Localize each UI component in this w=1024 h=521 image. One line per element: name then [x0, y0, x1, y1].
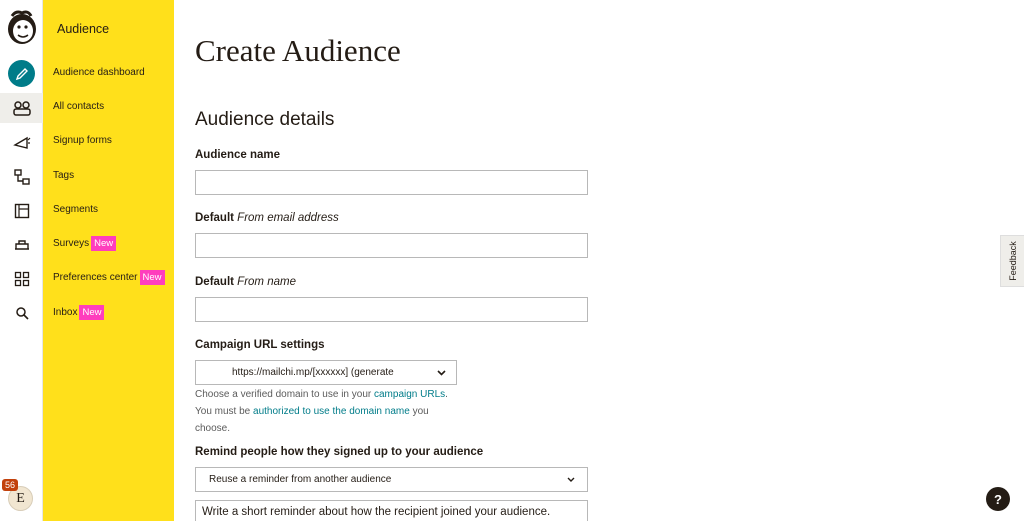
audience-name-label: Audience name: [195, 149, 280, 161]
sidebar-item-label: Preferences center: [53, 272, 138, 283]
sidebar-item-label: Inbox: [53, 307, 78, 318]
icon-rail: E 56: [0, 0, 43, 521]
from-name-label: Default From name: [195, 276, 296, 288]
campaigns-megaphone-icon[interactable]: [7, 128, 37, 158]
from-email-label: Default From email address: [195, 212, 339, 224]
feedback-tab[interactable]: Feedback: [1000, 235, 1024, 287]
chevron-down-icon: [567, 477, 575, 482]
label-prefix: Default: [195, 276, 238, 288]
sidebar-item-surveys[interactable]: Surveys New: [53, 236, 117, 251]
authorized-domain-link[interactable]: authorized to use the domain name: [253, 406, 410, 417]
campaign-url-selected-value: https://mailchi.mp/[xxxxxx] (generate: [232, 367, 394, 378]
reminder-source-select[interactable]: Reuse a reminder from another audience: [195, 467, 588, 492]
sidebar-item-label: Segments: [53, 204, 99, 215]
create-pencil-icon[interactable]: [8, 60, 35, 87]
sidebar-title: Audience: [57, 22, 110, 36]
campaign-urls-link[interactable]: campaign URLs: [374, 389, 445, 400]
audience-icon[interactable]: [0, 93, 43, 123]
sidebar-item-signup-forms[interactable]: Signup forms: [53, 135, 112, 146]
automations-icon[interactable]: [7, 162, 37, 192]
sidebar-item-label: Audience dashboard: [53, 67, 145, 78]
new-badge: New: [139, 270, 165, 285]
sidebar-item-tags[interactable]: Tags: [53, 170, 74, 181]
campaign-url-help-text: Choose a verified domain to use in your …: [195, 386, 465, 437]
sidebar-item-all-contacts[interactable]: All contacts: [53, 101, 104, 112]
sidebar-item-label: All contacts: [53, 101, 105, 112]
chevron-down-icon: [437, 369, 446, 376]
sidebar-item-audience-dashboard[interactable]: Audience dashboard: [53, 67, 145, 78]
campaign-url-label: Campaign URL settings: [195, 339, 325, 351]
sidebar-item-preferences-center[interactable]: Preferences center New: [53, 270, 165, 285]
help-button[interactable]: ?: [986, 487, 1010, 511]
campaign-url-select[interactable]: https://mailchi.mp/[xxxxxx] (generate: [195, 360, 457, 385]
label-emphasis: From email address: [237, 212, 339, 224]
sidebar-item-label: Surveys: [53, 238, 90, 249]
audience-sidebar: Audience Audience dashboard All contacts…: [43, 0, 174, 521]
sidebar-item-segments[interactable]: Segments: [53, 204, 98, 215]
search-icon[interactable]: [7, 298, 37, 328]
sidebar-item-inbox[interactable]: Inbox New: [53, 305, 105, 320]
reminder-textarea[interactable]: Write a short reminder about how the rec…: [195, 500, 588, 521]
from-email-input[interactable]: [195, 233, 588, 258]
audience-name-input[interactable]: [195, 170, 588, 195]
help-text-part: Choose a verified domain to use in your: [195, 389, 374, 400]
new-badge: New: [91, 236, 117, 251]
website-icon[interactable]: [7, 196, 37, 226]
page-title: Create Audience: [195, 33, 401, 68]
content-studio-icon[interactable]: [7, 230, 37, 260]
feedback-label: Feedback: [1007, 241, 1018, 281]
section-title: Audience details: [195, 109, 335, 130]
remind-label: Remind people how they signed up to your…: [195, 446, 484, 458]
sidebar-item-label: Tags: [53, 170, 75, 181]
from-name-input[interactable]: [195, 297, 588, 322]
label-emphasis: From name: [237, 276, 296, 288]
reminder-selected-value: Reuse a reminder from another audience: [209, 474, 392, 485]
integrations-grid-icon[interactable]: [7, 264, 37, 294]
new-badge: New: [79, 305, 105, 320]
notification-count-badge: 56: [2, 479, 19, 491]
freddie-logo-icon[interactable]: [4, 8, 40, 48]
sidebar-item-label: Signup forms: [53, 135, 112, 146]
label-prefix: Default: [195, 212, 238, 224]
